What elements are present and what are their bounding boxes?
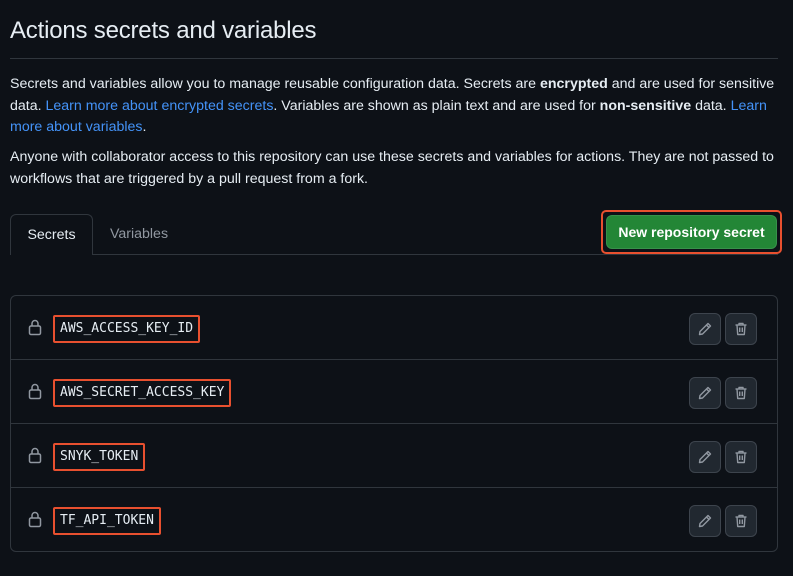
trash-icon: [735, 322, 747, 336]
edit-secret-button[interactable]: [689, 505, 721, 537]
intro-text-1: Secrets and variables allow you to manag…: [10, 76, 540, 92]
new-repository-secret-button[interactable]: New repository secret: [606, 215, 777, 249]
lock-icon: [28, 383, 42, 400]
new-secret-highlight: New repository secret: [601, 210, 782, 254]
title-divider: [10, 58, 778, 59]
secret-name: AWS_SECRET_ACCESS_KEY: [53, 379, 232, 407]
delete-secret-button[interactable]: [725, 441, 757, 473]
delete-secret-button[interactable]: [725, 313, 757, 345]
tabs-divider: [92, 254, 778, 255]
lock-icon: [28, 447, 42, 464]
intro-text-3: . Variables are shown as plain text and …: [273, 97, 600, 114]
intro-text-4: data.: [691, 97, 731, 114]
edit-secret-button[interactable]: [689, 441, 721, 473]
trash-icon: [735, 450, 747, 464]
edit-secret-button[interactable]: [689, 377, 721, 409]
intro-bold-non-sensitive: non-sensitive: [599, 97, 692, 114]
secret-name: TF_API_TOKEN: [53, 507, 161, 535]
tab-variables[interactable]: Variables: [94, 214, 184, 255]
secret-row: SNYK_TOKEN: [11, 424, 777, 488]
secret-row: TF_API_TOKEN: [11, 488, 777, 552]
pencil-icon: [698, 322, 712, 336]
intro-text-5: .: [142, 119, 147, 135]
trash-icon: [735, 386, 747, 400]
pencil-icon: [698, 514, 712, 528]
secret-name: SNYK_TOKEN: [53, 443, 146, 471]
encrypted-secrets-link[interactable]: Learn more about encrypted secrets: [46, 98, 274, 114]
delete-secret-button[interactable]: [725, 377, 757, 409]
access-note: Anyone with collaborator access to this …: [10, 149, 774, 187]
intro-paragraph: Secrets and variables allow you to manag…: [10, 74, 780, 139]
secret-row: AWS_SECRET_ACCESS_KEY: [11, 360, 777, 424]
lock-icon: [28, 319, 42, 336]
secrets-list: AWS_ACCESS_KEY_ID AWS_SECRET_ACCESS_KEY: [10, 295, 778, 552]
lock-icon: [28, 511, 42, 528]
secret-row: AWS_ACCESS_KEY_ID: [11, 296, 777, 360]
pencil-icon: [698, 386, 712, 400]
page-title: Actions secrets and variables: [10, 17, 317, 44]
edit-secret-button[interactable]: [689, 313, 721, 345]
pencil-icon: [698, 450, 712, 464]
tab-secrets[interactable]: Secrets: [10, 214, 93, 255]
secret-name: AWS_ACCESS_KEY_ID: [53, 315, 201, 343]
intro-bold-encrypted: encrypted: [539, 76, 608, 92]
trash-icon: [735, 514, 747, 528]
delete-secret-button[interactable]: [725, 505, 757, 537]
